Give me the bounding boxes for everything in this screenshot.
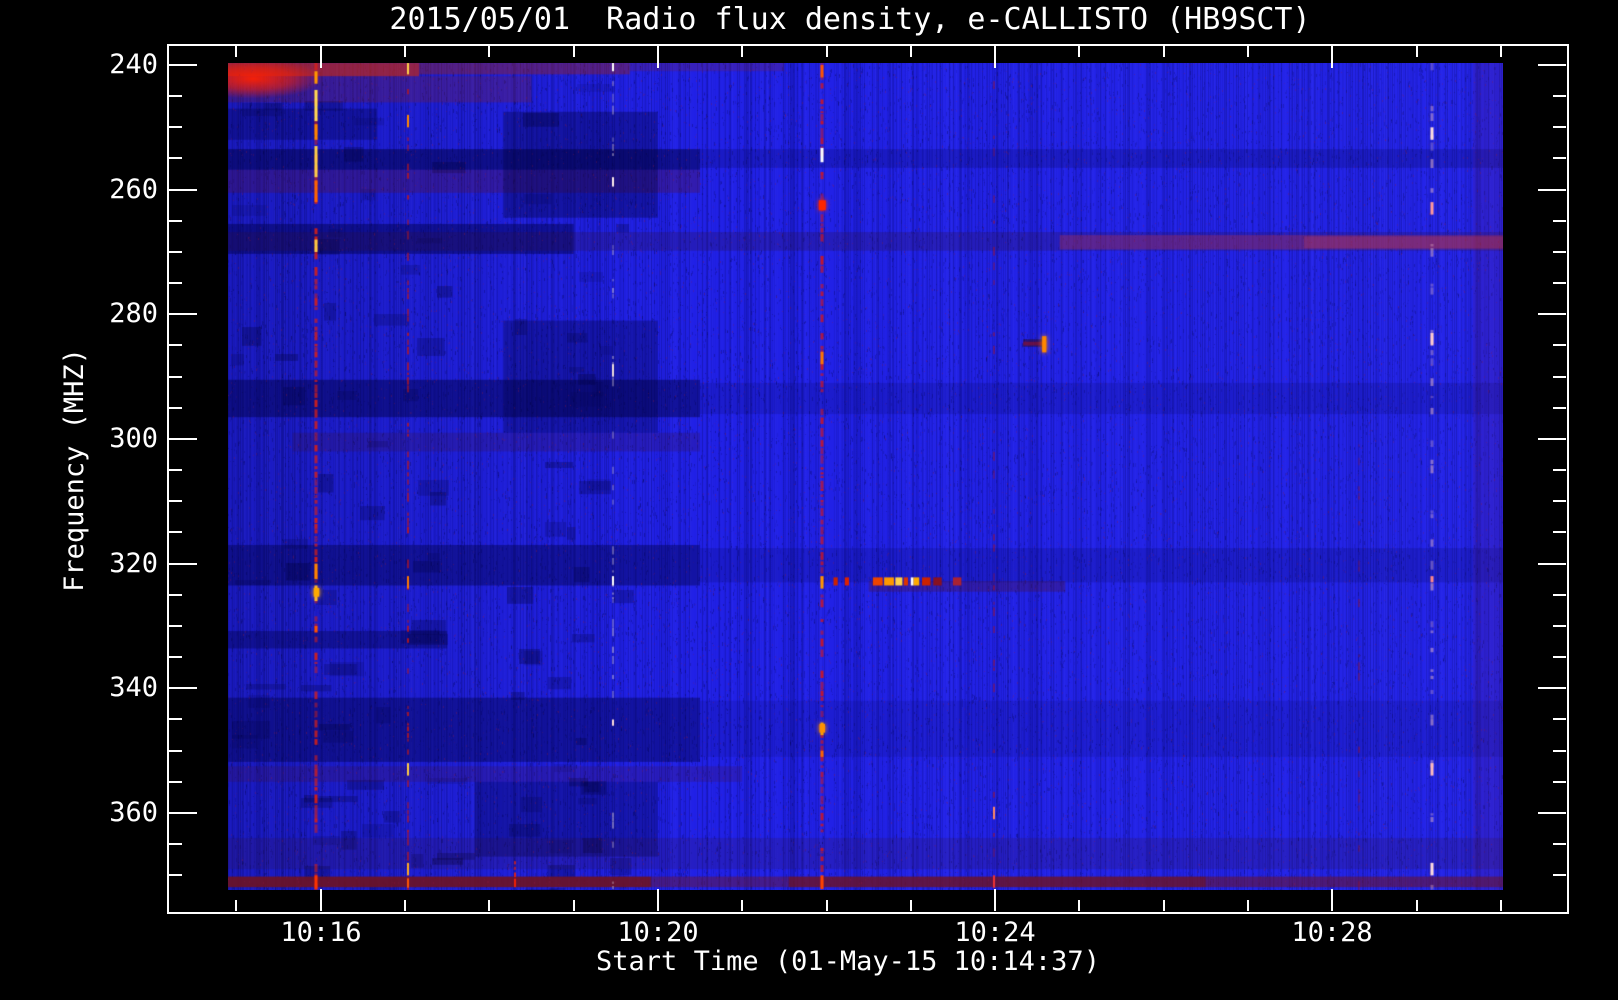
tick-mark (657, 889, 659, 911)
tick-mark (169, 157, 182, 159)
tick-mark (235, 46, 237, 57)
tick-mark (1247, 46, 1249, 57)
tick-mark (169, 220, 182, 222)
tick-mark (169, 64, 197, 66)
tick-mark (169, 781, 182, 783)
tick-mark (1331, 46, 1333, 68)
tick-mark (910, 46, 912, 57)
tick-mark (573, 46, 575, 57)
tick-mark (826, 900, 828, 911)
tick-mark (488, 46, 490, 57)
tick-mark (169, 407, 182, 409)
tick-mark (169, 874, 182, 876)
tick-mark (1553, 126, 1566, 128)
y-tick-label: 260 (109, 174, 158, 205)
tick-mark (169, 687, 197, 689)
tick-mark (826, 46, 828, 57)
tick-mark (169, 843, 182, 845)
tick-mark (169, 95, 182, 97)
tick-mark (320, 46, 322, 68)
tick-mark (1553, 874, 1566, 876)
y-tick-label: 360 (109, 797, 158, 828)
spectrogram-canvas (228, 63, 1503, 890)
y-tick-label: 340 (109, 672, 158, 703)
tick-mark (1553, 718, 1566, 720)
tick-mark (657, 46, 659, 68)
tick-mark (169, 376, 182, 378)
tick-mark (169, 313, 197, 315)
tick-mark (1163, 46, 1165, 57)
x-tick-label: 10:16 (280, 917, 362, 948)
tick-mark (169, 344, 182, 346)
tick-mark (1500, 900, 1502, 911)
tick-mark (1538, 563, 1566, 565)
tick-mark (404, 900, 406, 911)
x-tick-label: 10:28 (1291, 917, 1373, 948)
tick-mark (1331, 889, 1333, 911)
tick-mark (169, 594, 182, 596)
tick-mark (994, 46, 996, 68)
tick-mark (169, 282, 182, 284)
tick-mark (1538, 64, 1566, 66)
y-axis-title: Frequency (MHZ) (59, 348, 90, 592)
tick-mark (910, 900, 912, 911)
x-tick-label: 10:24 (954, 917, 1036, 948)
tick-mark (1416, 900, 1418, 911)
tick-mark (1553, 594, 1566, 596)
tick-mark (1078, 46, 1080, 57)
tick-mark (741, 46, 743, 57)
tick-mark (1553, 843, 1566, 845)
tick-mark (169, 656, 182, 658)
page-title: 2015/05/01 Radio flux density, e-CALLIST… (389, 2, 1311, 37)
tick-mark (320, 889, 322, 911)
tick-mark (235, 900, 237, 911)
tick-mark (1538, 313, 1566, 315)
tick-mark (1078, 900, 1080, 911)
tick-mark (169, 126, 182, 128)
tick-mark (1553, 157, 1566, 159)
tick-mark (1553, 282, 1566, 284)
tick-mark (1553, 251, 1566, 253)
tick-mark (169, 625, 182, 627)
x-tick-label: 10:20 (617, 917, 699, 948)
tick-mark (573, 900, 575, 911)
tick-mark (169, 531, 182, 533)
tick-mark (1553, 750, 1566, 752)
tick-mark (1553, 376, 1566, 378)
tick-mark (169, 563, 197, 565)
tick-mark (169, 251, 182, 253)
tick-mark (1538, 438, 1566, 440)
tick-mark (169, 750, 182, 752)
tick-mark (1553, 407, 1566, 409)
tick-mark (169, 812, 197, 814)
tick-mark (741, 900, 743, 911)
tick-mark (1553, 625, 1566, 627)
tick-mark (1553, 95, 1566, 97)
y-tick-label: 240 (109, 49, 158, 80)
tick-mark (1553, 344, 1566, 346)
tick-mark (169, 438, 197, 440)
tick-mark (1553, 500, 1566, 502)
tick-mark (488, 900, 490, 911)
tick-mark (169, 718, 182, 720)
x-axis-title: Start Time (01-May-15 10:14:37) (596, 946, 1100, 977)
tick-mark (1538, 687, 1566, 689)
tick-mark (1553, 469, 1566, 471)
tick-mark (1500, 46, 1502, 57)
tick-mark (169, 500, 182, 502)
tick-mark (169, 469, 182, 471)
tick-mark (1553, 220, 1566, 222)
tick-mark (169, 189, 197, 191)
tick-mark (1538, 189, 1566, 191)
tick-mark (1553, 781, 1566, 783)
tick-mark (404, 46, 406, 57)
tick-mark (1247, 900, 1249, 911)
tick-mark (1538, 812, 1566, 814)
spectrogram-page: 2015/05/01 Radio flux density, e-CALLIST… (0, 0, 1618, 1000)
tick-mark (994, 889, 996, 911)
tick-mark (1553, 656, 1566, 658)
tick-mark (1163, 900, 1165, 911)
tick-mark (1416, 46, 1418, 57)
tick-mark (1553, 531, 1566, 533)
